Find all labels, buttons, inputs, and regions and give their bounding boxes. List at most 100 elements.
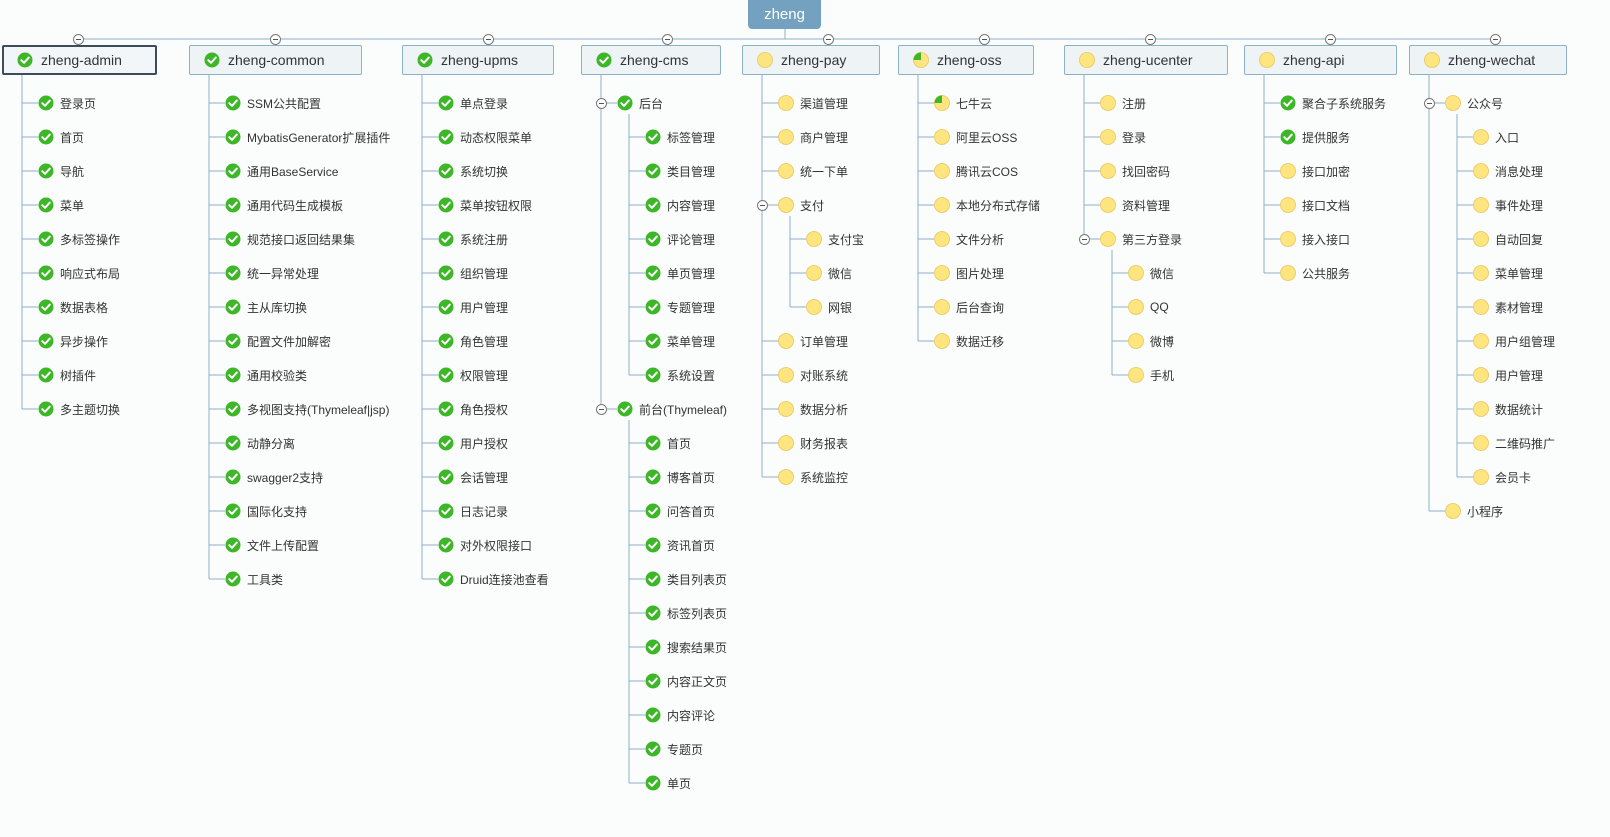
tree-node[interactable]: 接入接口 [1280, 229, 1350, 249]
tree-node[interactable]: 多视图支持(Thymeleaf|jsp) [225, 399, 389, 419]
tree-node[interactable]: 权限管理 [438, 365, 508, 385]
tree-node[interactable]: 后台查询 [934, 297, 1004, 317]
tree-node[interactable]: 后台 [617, 93, 663, 113]
tree-node[interactable]: 博客首页 [645, 467, 715, 487]
tree-node[interactable]: swagger2支持 [225, 467, 323, 487]
collapse-toggle-zheng-oss[interactable] [978, 33, 990, 45]
tree-node[interactable]: 统一异常处理 [225, 263, 319, 283]
module-node-zheng-upms[interactable]: zheng-upms [402, 45, 554, 75]
tree-node[interactable]: 公共服务 [1280, 263, 1350, 283]
collapse-toggle-zheng-api[interactable] [1324, 33, 1336, 45]
tree-node[interactable]: 第三方登录 [1100, 229, 1182, 249]
tree-node[interactable]: 用户管理 [1473, 365, 1543, 385]
tree-node[interactable]: 文件上传配置 [225, 535, 319, 555]
tree-node[interactable]: 小程序 [1445, 501, 1503, 521]
tree-node[interactable]: 七牛云 [934, 93, 992, 113]
collapse-toggle-zheng-ucenter[interactable] [1144, 33, 1156, 45]
tree-node[interactable]: 财务报表 [778, 433, 848, 453]
tree-node[interactable]: 本地分布式存储 [934, 195, 1040, 215]
tree-node[interactable]: 通用BaseService [225, 161, 338, 181]
tree-node[interactable]: 单页管理 [645, 263, 715, 283]
tree-node[interactable]: 类目管理 [645, 161, 715, 181]
tree-node[interactable]: 接口文档 [1280, 195, 1350, 215]
tree-node[interactable]: 通用代码生成模板 [225, 195, 343, 215]
tree-node[interactable]: 数据统计 [1473, 399, 1543, 419]
tree-node[interactable]: 手机 [1128, 365, 1174, 385]
tree-node[interactable]: 单页 [645, 773, 691, 793]
tree-node[interactable]: 二维码推广 [1473, 433, 1555, 453]
tree-node[interactable]: 标签列表页 [645, 603, 727, 623]
tree-node[interactable]: 树插件 [38, 365, 96, 385]
tree-node[interactable]: 微博 [1128, 331, 1174, 351]
tree-node[interactable]: MybatisGenerator扩展插件 [225, 127, 390, 147]
tree-node[interactable]: 登录页 [38, 93, 96, 113]
collapse-toggle-后台[interactable] [595, 97, 607, 109]
tree-node[interactable]: 菜单 [38, 195, 84, 215]
collapse-toggle-前台(Thymeleaf)[interactable] [595, 403, 607, 415]
tree-node[interactable]: 标签管理 [645, 127, 715, 147]
tree-node[interactable]: 内容正文页 [645, 671, 727, 691]
tree-node[interactable]: 注册 [1100, 93, 1146, 113]
tree-node[interactable]: 微信 [806, 263, 852, 283]
tree-node[interactable]: 响应式布局 [38, 263, 120, 283]
tree-node[interactable]: 工具类 [225, 569, 283, 589]
tree-node[interactable]: 腾讯云COS [934, 161, 1018, 181]
tree-node[interactable]: 菜单管理 [1473, 263, 1543, 283]
module-node-zheng-api[interactable]: zheng-api [1244, 45, 1397, 75]
collapse-toggle-zheng-common[interactable] [269, 33, 281, 45]
collapse-toggle-第三方登录[interactable] [1078, 233, 1090, 245]
module-node-zheng-pay[interactable]: zheng-pay [742, 45, 880, 75]
tree-node[interactable]: 微信 [1128, 263, 1174, 283]
tree-node[interactable]: 网银 [806, 297, 852, 317]
module-node-zheng-admin[interactable]: zheng-admin [2, 45, 157, 75]
tree-node[interactable]: 组织管理 [438, 263, 508, 283]
tree-node[interactable]: 动静分离 [225, 433, 295, 453]
tree-node[interactable]: 会话管理 [438, 467, 508, 487]
tree-node[interactable]: 聚合子系统服务 [1280, 93, 1386, 113]
tree-node[interactable]: 主从库切换 [225, 297, 307, 317]
module-node-zheng-common[interactable]: zheng-common [189, 45, 362, 75]
tree-node[interactable]: 资讯首页 [645, 535, 715, 555]
tree-node[interactable]: 数据表格 [38, 297, 108, 317]
collapse-toggle-支付[interactable] [756, 199, 768, 211]
tree-node[interactable]: 登录 [1100, 127, 1146, 147]
tree-node[interactable]: 首页 [38, 127, 84, 147]
tree-node[interactable]: 内容管理 [645, 195, 715, 215]
tree-node[interactable]: 用户组管理 [1473, 331, 1555, 351]
tree-node[interactable]: 系统注册 [438, 229, 508, 249]
tree-node[interactable]: 会员卡 [1473, 467, 1531, 487]
tree-node[interactable]: 对账系统 [778, 365, 848, 385]
tree-node[interactable]: 菜单管理 [645, 331, 715, 351]
tree-node[interactable]: 内容评论 [645, 705, 715, 725]
tree-node[interactable]: 国际化支持 [225, 501, 307, 521]
tree-node[interactable]: 支付 [778, 195, 824, 215]
tree-node[interactable]: 数据分析 [778, 399, 848, 419]
tree-node[interactable]: QQ [1128, 297, 1169, 317]
tree-node[interactable]: 前台(Thymeleaf) [617, 399, 727, 419]
tree-node[interactable]: Druid连接池查看 [438, 569, 549, 589]
tree-node[interactable]: 规范接口返回结果集 [225, 229, 355, 249]
tree-node[interactable]: 阿里云OSS [934, 127, 1017, 147]
tree-node[interactable]: 文件分析 [934, 229, 1004, 249]
tree-node[interactable]: 导航 [38, 161, 84, 181]
tree-node[interactable]: 多标签操作 [38, 229, 120, 249]
tree-node[interactable]: 配置文件加解密 [225, 331, 331, 351]
module-node-zheng-oss[interactable]: zheng-oss [898, 45, 1034, 75]
tree-node[interactable]: 首页 [645, 433, 691, 453]
tree-node[interactable]: 单点登录 [438, 93, 508, 113]
tree-node[interactable]: 渠道管理 [778, 93, 848, 113]
tree-node[interactable]: 角色管理 [438, 331, 508, 351]
root-node[interactable]: zheng [748, 0, 821, 29]
tree-node[interactable]: 支付宝 [806, 229, 864, 249]
tree-node[interactable]: 评论管理 [645, 229, 715, 249]
module-node-zheng-cms[interactable]: zheng-cms [581, 45, 721, 75]
tree-node[interactable]: 日志记录 [438, 501, 508, 521]
tree-node[interactable]: SSM公共配置 [225, 93, 321, 113]
tree-node[interactable]: 角色授权 [438, 399, 508, 419]
tree-node[interactable]: 系统设置 [645, 365, 715, 385]
tree-node[interactable]: 提供服务 [1280, 127, 1350, 147]
tree-node[interactable]: 用户授权 [438, 433, 508, 453]
tree-node[interactable]: 问答首页 [645, 501, 715, 521]
tree-node[interactable]: 异步操作 [38, 331, 108, 351]
tree-node[interactable]: 统一下单 [778, 161, 848, 181]
